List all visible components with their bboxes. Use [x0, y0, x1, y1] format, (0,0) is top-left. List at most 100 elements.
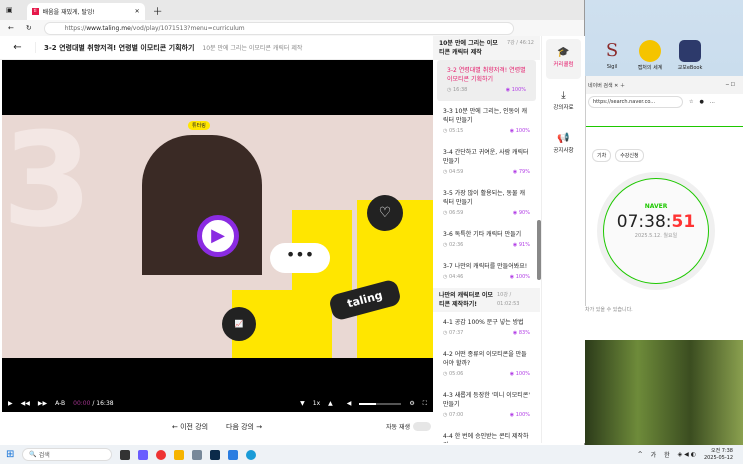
address-bar[interactable]: https://www.taling.me/vod/play/1071513?m… — [43, 21, 514, 35]
lesson-number-watermark: 3 — [2, 115, 93, 256]
ab-repeat-button[interactable]: A-B — [55, 400, 65, 407]
photoshop-icon[interactable] — [210, 449, 221, 460]
clock-date[interactable]: 2025-05-12 — [704, 455, 733, 462]
copilot-icon[interactable] — [138, 449, 149, 460]
duration-value: 05:15 — [448, 128, 464, 134]
taling-browser-window: ▣ tl 배움을 재밌게, 탈잉! ✕ ＋ ← ↻ https://www.tali… — [0, 0, 585, 445]
video-player[interactable]: 3 튜터링 ▶ ♡ ••• taling 📈 — [2, 60, 433, 395]
back-arrow-icon[interactable]: ← — [0, 42, 36, 53]
curriculum-item[interactable]: 4-1 공감 100% 문구 넣는 방법 ◷ 07:37 ◉ 83% — [433, 312, 540, 344]
lesson-title: 4-2 어떤 종류의 이모티콘을 만들어야 할까? — [443, 351, 527, 367]
duration-value: 05:06 — [448, 371, 464, 377]
back-icon[interactable]: ← — [8, 24, 14, 32]
edge-icon[interactable] — [246, 449, 257, 460]
lesson-title: 3-3 10분 만에 그리는, 인동이 캐릭터 만들기 — [443, 108, 528, 124]
clock-seconds: 51 — [671, 212, 696, 232]
task-view-icon[interactable] — [120, 449, 131, 460]
play-icon[interactable]: ▶ — [8, 400, 13, 407]
taling-favicon: tl — [31, 8, 39, 15]
curriculum-item[interactable]: 4-4 한 번에 승인받는 콘티 제작하기 — [433, 426, 540, 443]
duration-value: 06:59 — [448, 210, 464, 216]
tab-actions-icon[interactable]: ▣ — [6, 6, 13, 14]
naver-clock: NAVER 07:38:51 2025.5.12. 월요일 — [603, 178, 709, 284]
taskbar-search[interactable]: 🔍 검색 — [22, 448, 113, 461]
lesson-duration: ◷ 04:59 — [443, 169, 464, 175]
current-time: 00:00 — [73, 400, 91, 407]
rail-curriculum[interactable]: 🎓 커리큘럼 — [546, 39, 581, 79]
section-header[interactable]: 나만의 캐릭터로 이모티콘 제작하기! 10강 / 01:02:53 — [433, 288, 540, 312]
settings-icon[interactable]: ⚙ — [409, 400, 414, 407]
fullscreen-icon[interactable]: ⛶ — [423, 400, 427, 408]
file-explorer-icon[interactable] — [174, 449, 185, 460]
curriculum-item[interactable]: 3-2 연령대별 취향저격! 연령별 이모티콘 기획하기 ◷ 16:38 ◉ 100… — [437, 60, 536, 101]
duration-value: 04:59 — [448, 169, 464, 175]
autoplay-toggle[interactable] — [413, 422, 431, 431]
rewind-icon[interactable]: ◀◀ — [21, 400, 30, 407]
icon-label: 교보eBook — [677, 65, 703, 71]
progress-value: 100% — [515, 371, 530, 377]
star-icon[interactable]: ☆ — [689, 99, 693, 105]
url-path: /vod/play/1071513?menu=curriculum — [130, 24, 245, 32]
section-count: 10강 / 01:02:53 — [496, 292, 520, 307]
ime-mode[interactable]: 한 — [664, 450, 670, 459]
curriculum-item[interactable]: 3-5 가장 많이 활용되는, 동물 캐릭터 만들기 ◷ 06:59 ◉ 90% — [433, 183, 540, 224]
next-lecture-button[interactable]: 다음 강의 → — [226, 422, 262, 432]
duration-value: 16:38 — [452, 87, 468, 93]
lesson-progress: ◉ 100% — [509, 274, 530, 280]
section-header[interactable]: 10분 만에 그리는 이모티콘 캐릭터 제작 7강 / 46:12 — [433, 36, 540, 60]
app-icon[interactable] — [228, 449, 239, 460]
desktop-icon-capture[interactable]: 캡처의 세계 — [635, 40, 665, 71]
chip[interactable]: 기차 — [592, 149, 612, 162]
rail-materials[interactable]: ⤓ 강의자료 — [546, 82, 581, 122]
progress-value: 91% — [518, 242, 530, 248]
speed-up-icon[interactable]: ▲ — [328, 400, 333, 407]
lesson-progress: ◉ 79% — [512, 169, 530, 175]
lesson-title: 3-4 간단하고 귀여운, 사람 캐릭터 만들기 — [443, 149, 529, 165]
more-icon[interactable]: … — [710, 99, 715, 105]
video-frame: 3 튜터링 ▶ ♡ ••• taling 📈 — [2, 115, 433, 358]
speed-down-icon[interactable]: ▼ — [300, 400, 305, 407]
new-tab-button[interactable]: ＋ — [153, 3, 163, 18]
lesson-progress: ◉ 83% — [512, 330, 530, 336]
chip[interactable]: 수강신청 — [615, 149, 644, 162]
chat-bubble-icon: ••• — [270, 243, 330, 273]
clock-time[interactable]: 오전 7:38 — [704, 448, 733, 455]
url-host: www.taling.me — [86, 24, 131, 32]
curriculum-item[interactable]: 3-6 독특한 기타 캐릭터 만들기 ◷ 02:36 ◉ 91% — [433, 224, 540, 256]
curriculum-item[interactable]: 4-2 어떤 종류의 이모티콘을 만들어야 할까? ◷ 05:06 ◉ 100% — [433, 344, 540, 385]
lesson-progress: ◉ 90% — [512, 210, 530, 216]
volume-icon[interactable]: ◀ — [347, 400, 352, 407]
play-circle-icon[interactable]: ▶ — [197, 215, 239, 257]
refresh-icon[interactable]: ↻ — [26, 24, 32, 32]
progress-value: 100% — [515, 412, 530, 418]
tray-chevron-icon[interactable]: ^ — [638, 451, 643, 458]
prev-lecture-button[interactable]: ← 이전 강의 — [172, 422, 208, 432]
curriculum-icon: 🎓 — [557, 47, 570, 58]
tab-title: 네이버 검색 — [588, 83, 613, 89]
forward-icon[interactable]: ▶▶ — [38, 400, 47, 407]
curriculum-item[interactable]: 3-4 간단하고 귀여운, 사람 캐릭터 만들기 ◷ 04:59 ◉ 79% — [433, 142, 540, 183]
presenter — [142, 135, 262, 275]
windows-start-icon[interactable]: ⊞ — [6, 449, 14, 460]
calculator-icon[interactable] — [192, 449, 203, 460]
desktop-icon-sigil[interactable]: S Sigil — [597, 40, 627, 70]
rail-notices[interactable]: 📢 공지사항 — [546, 125, 581, 165]
wifi-volume-battery-icons[interactable]: ◈ ◀ ◐ — [678, 451, 696, 458]
browser-tab[interactable]: tl 배움을 재밌게, 탈잉! ✕ — [26, 3, 145, 20]
course-subtitle: 10분 만에 그리는 이모티콘 캐릭터 제작 — [202, 45, 303, 52]
curriculum-item[interactable]: 3-3 10분 만에 그리는, 인동이 캐릭터 만들기 ◷ 05:15 ◉ 100% — [433, 101, 540, 142]
clock-date: 2025.5.12. 월요일 — [634, 233, 678, 239]
naver-tab[interactable]: 네이버 검색 ✕ ＋ ─ ☐ — [586, 76, 743, 94]
volume-slider[interactable] — [359, 402, 402, 405]
curriculum-item[interactable]: 3-7 나만의 캐릭터를 만들어봐요! ◷ 04:46 ◉ 100% — [433, 256, 540, 288]
avatar[interactable]: ● — [699, 99, 703, 105]
chrome-icon[interactable] — [156, 449, 167, 460]
heart-icon: ♡ — [367, 195, 403, 231]
url-field[interactable]: https://search.naver.co... — [588, 96, 683, 108]
lecture-header: ← 3-2 연령대별 취향저격! 연령별 이모티콘 기획하기 10분 만에 그리… — [0, 36, 433, 60]
ime-indicator[interactable]: 가 — [651, 450, 657, 459]
close-tab-icon[interactable]: ✕ — [135, 8, 140, 15]
lesson-duration: ◷ 16:38 — [447, 87, 468, 93]
desktop-icon-kyobo[interactable]: 교보eBook — [675, 40, 705, 71]
curriculum-item[interactable]: 4-3 새롭게 등장한 '미니 이모티콘' 만들기 ◷ 07:00 ◉ 100% — [433, 385, 540, 426]
